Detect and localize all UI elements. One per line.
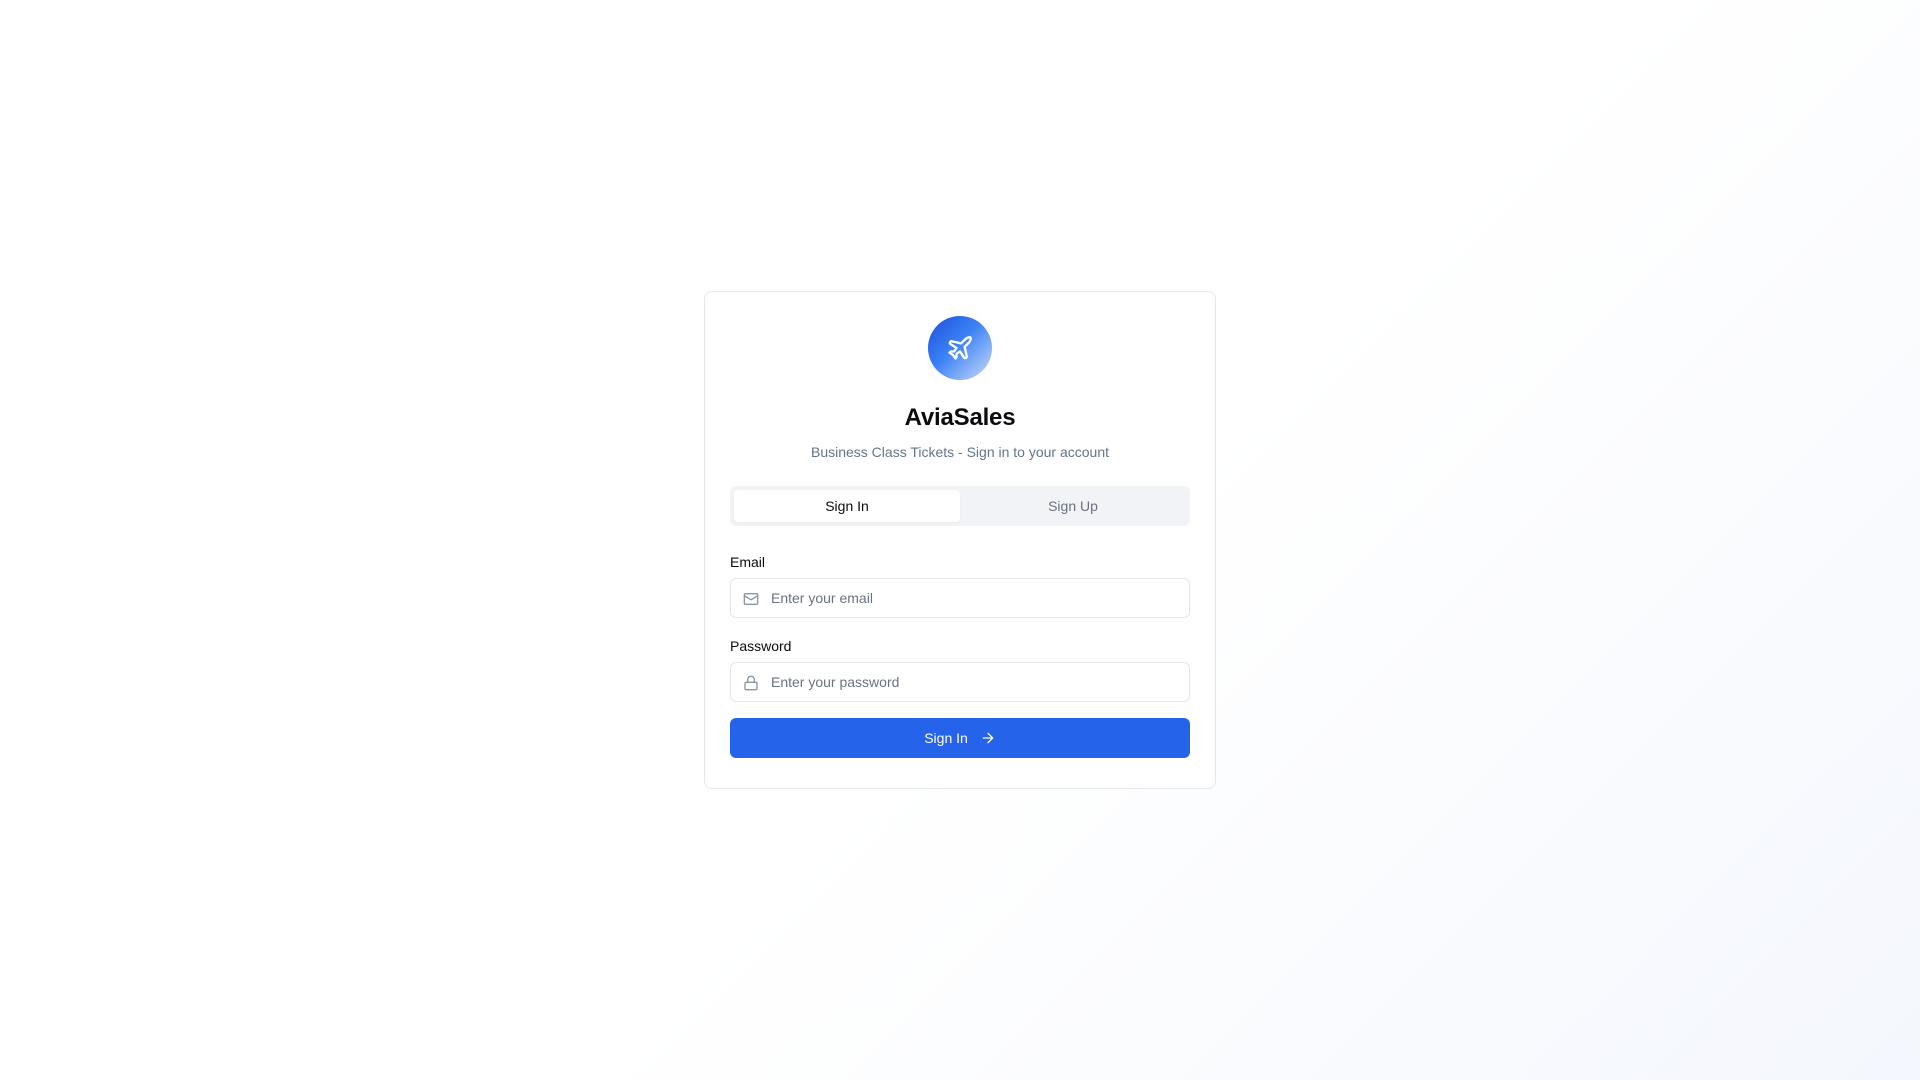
airplane-icon [948,336,972,360]
tab-sign-in[interactable]: Sign In [734,490,960,522]
mail-icon [743,591,759,607]
app-logo [928,316,992,380]
sign-in-button-label: Sign In [924,730,968,746]
app-title: AviaSales [904,404,1016,431]
password-field-wrapper [730,662,1190,702]
password-label: Password [730,638,792,654]
arrow-right-icon [980,730,996,746]
lock-icon [743,675,759,691]
sign-in-button[interactable]: Sign In [730,718,1190,758]
sign-in-card: AviaSales Business Class Tickets - Sign … [704,291,1216,789]
email-field-wrapper [730,578,1190,618]
tab-sign-up[interactable]: Sign Up [960,490,1186,522]
email-input[interactable] [731,579,1189,617]
app-subtitle: Business Class Tickets - Sign in to your… [810,444,1110,460]
password-input[interactable] [731,663,1189,701]
email-label: Email [730,554,766,570]
auth-tabs: Sign In Sign Up [730,486,1190,526]
